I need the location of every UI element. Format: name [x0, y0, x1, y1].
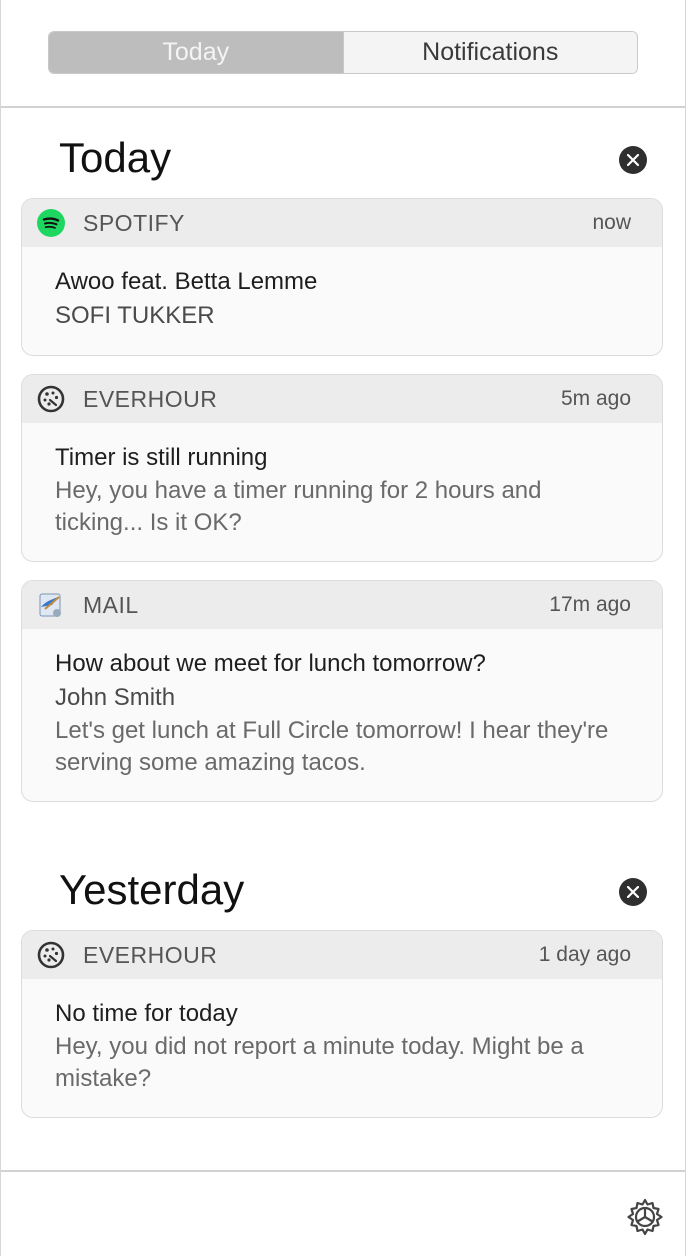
app-name: EVERHOUR: [83, 385, 218, 412]
app-name: MAIL: [83, 591, 139, 618]
app-name: SPOTIFY: [83, 209, 185, 236]
header: Today Notifications: [1, 0, 685, 108]
settings-button[interactable]: [625, 1197, 665, 1237]
clear-today-button[interactable]: [619, 146, 647, 174]
clear-yesterday-button[interactable]: [619, 878, 647, 906]
spotify-icon: [36, 208, 66, 238]
notification-title: Awoo feat. Betta Lemme: [55, 268, 318, 295]
notification-text: Hey, you have a timer running for 2 hour…: [55, 477, 542, 536]
tab-today[interactable]: Today: [49, 32, 343, 73]
view-switcher: Today Notifications: [48, 31, 638, 74]
section-title-today: Today: [59, 134, 172, 181]
notification-card-everhour-yesterday[interactable]: EVERHOUR 1 day ago No time for today Hey…: [21, 930, 663, 1118]
card-header: EVERHOUR 1 day ago: [22, 931, 662, 979]
mail-icon: [36, 590, 66, 620]
footer: [1, 1170, 685, 1256]
card-header: EVERHOUR 5m ago: [22, 375, 662, 423]
timestamp: 17m ago: [549, 593, 631, 616]
notification-card-everhour[interactable]: EVERHOUR 5m ago Timer is still running H…: [21, 374, 663, 562]
section-today-header: Today: [1, 108, 685, 198]
card-body: No time for today Hey, you did not repor…: [22, 979, 662, 1117]
card-body: How about we meet for lunch tomorrow? Jo…: [22, 629, 662, 801]
close-icon: [627, 886, 639, 898]
timestamp: 5m ago: [560, 387, 631, 410]
notification-subtitle: SOFI TUKKER: [55, 302, 215, 329]
section-title-yesterday: Yesterday: [59, 866, 245, 913]
notification-title: No time for today: [55, 1000, 238, 1027]
notification-text: Hey, you did not report a minute today. …: [55, 1033, 584, 1092]
section-yesterday-header: Yesterday: [1, 840, 685, 930]
notification-text: Let's get lunch at Full Circle tomorrow!…: [55, 717, 609, 776]
card-body: Awoo feat. Betta Lemme SOFI TUKKER: [22, 247, 662, 355]
gear-icon: [627, 1198, 663, 1236]
tab-notifications[interactable]: Notifications: [342, 32, 637, 73]
notification-card-mail[interactable]: MAIL 17m ago How about we meet for lunch…: [21, 580, 663, 802]
notification-sender: John Smith: [55, 684, 176, 711]
notification-title: Timer is still running: [55, 444, 268, 471]
app-name: EVERHOUR: [83, 941, 218, 968]
notification-title: How about we meet for lunch tomorrow?: [55, 650, 486, 677]
card-header: SPOTIFY now: [22, 199, 662, 247]
notification-card-spotify[interactable]: SPOTIFY now Awoo feat. Betta Lemme SOFI …: [21, 198, 663, 356]
notification-center: Today Notifications Today SPOTIFY now Aw…: [0, 0, 686, 1256]
timestamp: now: [592, 211, 631, 234]
card-header: MAIL 17m ago: [22, 581, 662, 629]
close-icon: [627, 154, 639, 166]
everhour-icon: [36, 940, 66, 970]
card-body: Timer is still running Hey, you have a t…: [22, 423, 662, 561]
everhour-icon: [36, 384, 66, 414]
timestamp: 1 day ago: [538, 943, 631, 966]
